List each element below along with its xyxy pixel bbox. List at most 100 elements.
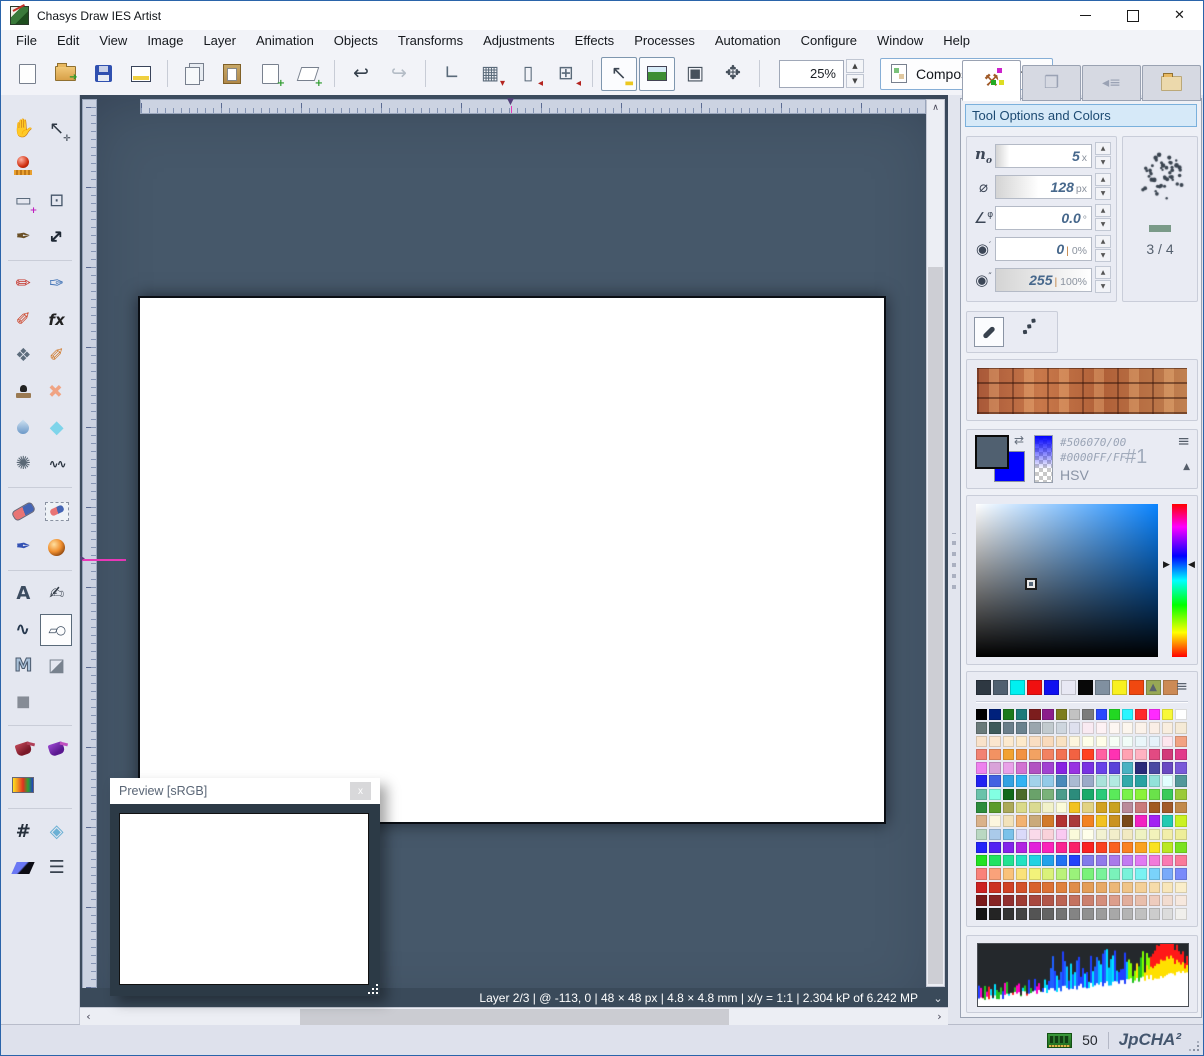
scroll-right-icon[interactable]: › [931, 1008, 948, 1025]
alpha-low-up-button[interactable]: ▲ [1095, 235, 1111, 248]
palette-swatch[interactable] [1068, 735, 1081, 747]
palette-swatch[interactable] [1108, 788, 1121, 801]
snap-object-button[interactable]: ▯ ◂ [510, 57, 546, 91]
palette-swatch[interactable] [1042, 908, 1054, 920]
palette-swatch[interactable] [1042, 855, 1054, 867]
palette-swatch[interactable] [1029, 855, 1041, 867]
recent-swatch[interactable] [1010, 680, 1025, 695]
palette-swatch[interactable] [1161, 815, 1174, 827]
snap-grid-button[interactable]: ▦ ▾ [472, 57, 508, 91]
palette-swatch[interactable] [1002, 735, 1014, 747]
text-tool[interactable]: A [8, 579, 38, 609]
palette-swatch[interactable] [1082, 868, 1094, 880]
palette-swatch[interactable] [1095, 748, 1107, 761]
palette-swatch[interactable] [1161, 894, 1174, 907]
horizontal-scrollbar[interactable]: ‹ › [80, 1007, 948, 1025]
palette-swatch[interactable] [1055, 828, 1068, 840]
palette-swatch[interactable] [976, 881, 988, 894]
measure-tool[interactable] [8, 150, 38, 180]
menu-file[interactable]: File [6, 31, 47, 51]
palette-swatch[interactable] [1055, 748, 1068, 761]
alpha-high-up-button[interactable]: ▲ [1095, 266, 1111, 279]
canvas-size-button[interactable]: ∟ [434, 57, 470, 91]
palette-swatch[interactable] [1175, 735, 1187, 747]
count-input[interactable]: 5x [995, 143, 1092, 168]
palette-swatch[interactable] [976, 855, 988, 867]
palette-swatch[interactable] [1029, 881, 1041, 894]
tab-layers[interactable]: ❐ [1022, 65, 1081, 101]
palette-swatch[interactable] [1122, 868, 1134, 880]
palette-swatch[interactable] [1082, 881, 1094, 894]
recent-swatch[interactable] [1061, 680, 1076, 695]
scroll-left-icon[interactable]: ‹ [80, 1008, 97, 1025]
selection-tool[interactable]: ▭ + [8, 186, 38, 216]
palette-swatch[interactable] [1161, 841, 1174, 854]
diameter-up-button[interactable]: ▲ [1095, 173, 1111, 186]
palette-swatch[interactable] [989, 801, 1001, 814]
palette-swatch[interactable] [1122, 894, 1134, 907]
angle-down-button[interactable]: ▼ [1095, 218, 1111, 231]
palette-swatch[interactable] [1135, 828, 1147, 840]
menu-objects[interactable]: Objects [324, 31, 388, 51]
palette-swatch[interactable] [1095, 722, 1107, 734]
palette-swatch[interactable] [1029, 908, 1041, 920]
palette-swatch[interactable] [989, 815, 1001, 827]
palette-swatch[interactable] [1042, 722, 1054, 734]
palette-swatch[interactable] [989, 709, 1001, 721]
palette-swatch[interactable] [1148, 894, 1161, 907]
menu-animation[interactable]: Animation [246, 31, 324, 51]
vertical-scroll-thumb[interactable] [928, 267, 943, 984]
menu-transforms[interactable]: Transforms [388, 31, 473, 51]
palette-swatch[interactable] [1122, 815, 1134, 827]
palette-swatch[interactable] [1068, 775, 1081, 787]
jewel-tool[interactable]: ◆ [42, 413, 72, 443]
open-file-button[interactable] [47, 57, 83, 91]
status-chevron-icon[interactable]: ⌄ [928, 992, 948, 1005]
palette-swatch[interactable] [1108, 722, 1121, 734]
palette-swatch[interactable] [1122, 841, 1134, 854]
palette-swatch[interactable] [1175, 788, 1187, 801]
palette-swatch[interactable] [1108, 762, 1121, 774]
saturation-value-field[interactable] [976, 504, 1158, 657]
palette-swatch[interactable] [1068, 709, 1081, 721]
palette-swatch[interactable] [1002, 894, 1014, 907]
pointer-info-button[interactable]: ↖ ▬ [601, 56, 637, 91]
palette-swatch[interactable] [1135, 815, 1147, 827]
solid-shapes-tool[interactable]: ◪ [42, 651, 72, 681]
palette-swatch[interactable] [976, 908, 988, 920]
cube-tool[interactable]: ◼ [8, 687, 38, 717]
palette-swatch[interactable] [1135, 855, 1147, 867]
palette-swatch[interactable] [1135, 868, 1147, 880]
palette-swatch[interactable] [1042, 748, 1054, 761]
palette-swatch[interactable] [1042, 815, 1054, 827]
shear-tool[interactable] [8, 853, 38, 883]
palette-swatch[interactable] [1002, 801, 1014, 814]
palette-swatch[interactable] [1029, 868, 1041, 880]
palette-swatch[interactable] [1135, 709, 1147, 721]
menu-processes[interactable]: Processes [624, 31, 705, 51]
recent-swatch[interactable] [1078, 680, 1093, 695]
palette-swatch[interactable] [1068, 762, 1081, 774]
palette-swatch[interactable] [976, 815, 988, 827]
palette-swatch[interactable] [1135, 841, 1147, 854]
palette-swatch[interactable] [1082, 722, 1094, 734]
palette-swatch[interactable] [1148, 788, 1161, 801]
airbrush-tool[interactable]: ✐ [42, 341, 72, 371]
add-layer-button[interactable]: + [290, 57, 326, 91]
fill-tool[interactable] [8, 734, 38, 764]
paintbrush-tool[interactable]: ✐ [8, 305, 38, 335]
palette-collapse-icon[interactable]: ▲ [1149, 682, 1157, 693]
palette-swatch[interactable] [1068, 815, 1081, 827]
heal-tool[interactable]: ✚ [42, 377, 72, 407]
palette-swatch[interactable] [1082, 908, 1094, 920]
recent-swatch[interactable] [993, 680, 1008, 695]
palette-swatch[interactable] [976, 841, 988, 854]
palette-swatch[interactable] [989, 828, 1001, 840]
palette-swatch[interactable] [1095, 735, 1107, 747]
palette-swatch[interactable] [1015, 855, 1028, 867]
copy-button[interactable] [176, 57, 212, 91]
palette-swatch[interactable] [989, 868, 1001, 880]
palette-swatch[interactable] [1015, 815, 1028, 827]
frame-view-button[interactable]: ▣ [677, 57, 713, 91]
sv-selector[interactable] [1025, 578, 1037, 590]
